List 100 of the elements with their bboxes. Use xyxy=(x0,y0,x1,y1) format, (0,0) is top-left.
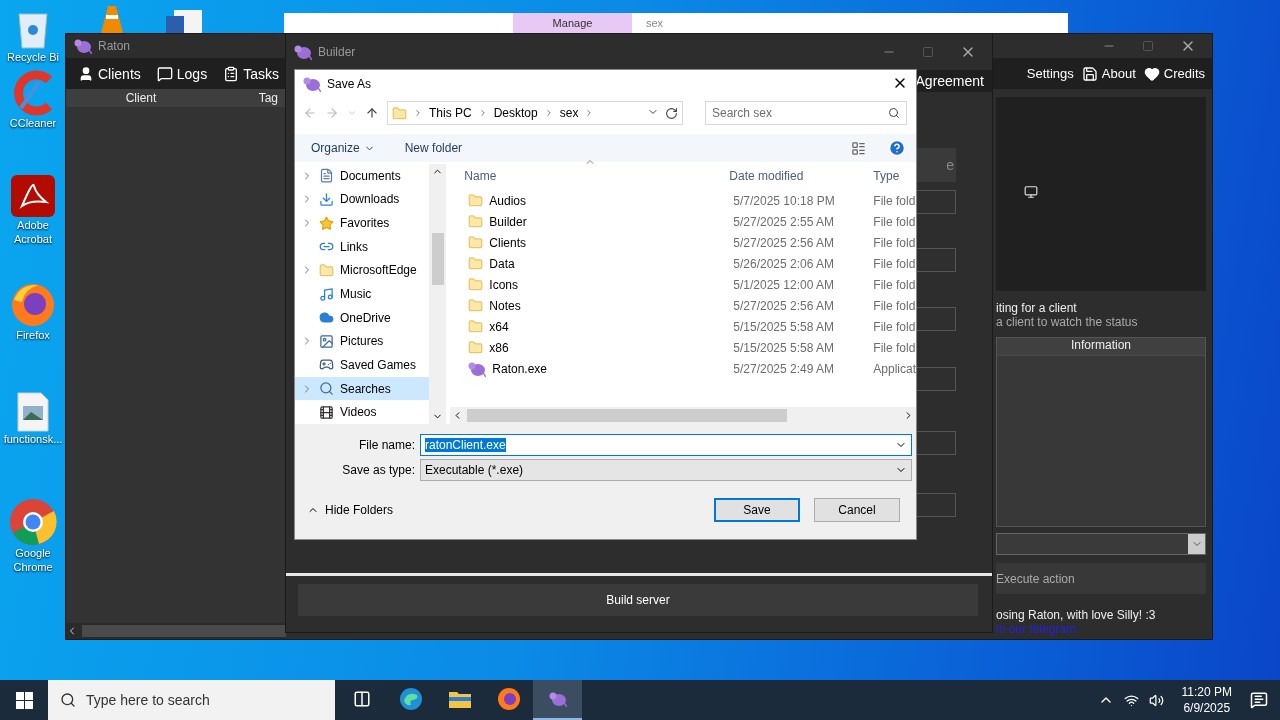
notification-icon xyxy=(1250,691,1268,709)
scrollbar[interactable] xyxy=(429,164,447,424)
tree-item[interactable]: Videos xyxy=(295,400,430,425)
input-field[interactable] xyxy=(916,493,956,517)
volume-icon xyxy=(1148,692,1164,708)
menu-item[interactable]: Settings xyxy=(1023,65,1077,82)
menu-item[interactable]: Logs xyxy=(150,65,214,82)
file-name[interactable]: Notes xyxy=(450,298,706,313)
image-file-icon[interactable] xyxy=(17,392,49,432)
type-dropdown[interactable]: Executable (*.exe) xyxy=(420,458,912,481)
file-name[interactable]: Data xyxy=(450,256,706,271)
file-date: 5/7/2025 10:18 PM xyxy=(732,193,836,208)
file-name[interactable]: Clients xyxy=(450,235,706,250)
search-icon xyxy=(319,381,334,397)
document-icon xyxy=(166,10,204,33)
file-name[interactable]: Audios xyxy=(450,193,706,208)
column-header[interactable]: Name xyxy=(450,169,724,183)
file-name[interactable]: x86 xyxy=(450,340,706,355)
scroll-thumb[interactable] xyxy=(82,625,286,637)
file-type: Applicat xyxy=(872,361,916,376)
action-dropdown[interactable] xyxy=(996,533,1206,555)
file-date: 5/26/2025 2:06 AM xyxy=(732,256,836,271)
app-icon[interactable] xyxy=(9,498,57,546)
tree-item[interactable]: MicrosoftEdge xyxy=(295,258,430,283)
menu-item[interactable]: Credits xyxy=(1140,65,1208,82)
file-name[interactable]: Builder xyxy=(450,214,706,229)
execute-button[interactable]: Execute action xyxy=(996,563,1206,594)
tree-item[interactable]: Documents xyxy=(295,164,430,188)
input-field[interactable] xyxy=(916,367,956,391)
search-icon xyxy=(888,107,900,119)
user-icon xyxy=(78,65,94,82)
tree-item[interactable]: Music xyxy=(295,282,430,306)
input-field[interactable] xyxy=(916,190,956,214)
column-header[interactable]: Type xyxy=(867,169,900,183)
menu-item[interactable]: Tasks xyxy=(217,65,285,82)
file-name[interactable]: Raton.exe xyxy=(450,360,706,377)
field-label: Save as type: xyxy=(341,462,415,477)
picture-icon xyxy=(319,333,334,349)
scroll-thumb[interactable] xyxy=(467,409,788,422)
scroll-thumb[interactable] xyxy=(431,233,444,285)
tree-item[interactable]: Pictures xyxy=(295,329,430,354)
maximize-icon xyxy=(1142,40,1154,52)
browser-icon xyxy=(496,687,521,711)
file-type: File fold xyxy=(872,298,916,313)
address-bar[interactable]: This PC Desktop sex xyxy=(387,101,683,125)
rat-icon xyxy=(74,38,92,54)
footer-text: osing Raton, with love Silly! :3 xyxy=(996,608,1157,622)
tree-item[interactable]: Searches xyxy=(295,376,430,401)
input-field[interactable] xyxy=(916,248,956,272)
column-header: Information xyxy=(997,338,1205,356)
status-hint: a client to watch the status xyxy=(996,315,1139,329)
file-date: 5/27/2025 2:49 AM xyxy=(732,361,836,376)
folder-icon xyxy=(468,319,484,334)
file-name[interactable]: x64 xyxy=(450,319,706,334)
app-icon[interactable] xyxy=(10,282,56,328)
folder-icon xyxy=(319,262,334,278)
input-field[interactable] xyxy=(916,431,956,455)
view-icon xyxy=(851,140,866,156)
forward-icon xyxy=(325,106,339,120)
tree-item[interactable]: Downloads xyxy=(295,187,430,212)
taskbar-search[interactable]: Type here to search xyxy=(48,680,335,720)
film-icon xyxy=(319,404,334,420)
column-header[interactable]: Client xyxy=(66,91,216,105)
menu-item[interactable]: About xyxy=(1078,65,1139,82)
tree-item[interactable]: OneDrive xyxy=(295,305,430,330)
search-field[interactable]: Search sex xyxy=(705,101,907,125)
rat-icon xyxy=(548,691,567,707)
scrollbar[interactable] xyxy=(450,407,916,424)
file-name[interactable]: Icons xyxy=(450,277,706,292)
clock[interactable]: 11:20 PM 6/9/2025 xyxy=(1181,684,1232,716)
tree-item[interactable]: Favorites xyxy=(295,211,430,235)
window-title: Raton xyxy=(98,39,131,53)
column-header[interactable]: Date modified xyxy=(723,169,868,183)
column-header[interactable]: Tag xyxy=(216,91,286,105)
app-icon[interactable] xyxy=(10,174,56,218)
new-folder-button[interactable]: New folder xyxy=(404,141,463,155)
star-icon xyxy=(319,215,334,231)
tree-item[interactable]: Links xyxy=(295,234,430,259)
rat-icon xyxy=(294,44,312,60)
save-button[interactable]: Save xyxy=(714,498,800,522)
file-name-field[interactable]: ratonClient.exe xyxy=(420,433,912,456)
ribbon-tab[interactable]: Manage xyxy=(513,13,632,33)
menu-item[interactable]: Clients xyxy=(72,65,147,82)
input-field[interactable] xyxy=(916,307,956,331)
file-type: File fold xyxy=(872,193,916,208)
cancel-button[interactable]: Cancel xyxy=(814,498,900,522)
floppy-icon xyxy=(1081,65,1098,82)
build-button[interactable]: Build server xyxy=(298,584,978,616)
scrollbar[interactable] xyxy=(66,623,286,639)
heart-icon xyxy=(1143,65,1160,82)
folder-icon xyxy=(468,256,484,271)
file-type: File fold xyxy=(872,319,916,334)
help-icon xyxy=(888,139,906,157)
organize-menu[interactable]: Organize xyxy=(311,141,375,155)
hide-folders-button[interactable]: Hide Folders xyxy=(307,503,394,517)
download-icon xyxy=(319,191,334,207)
chat-icon xyxy=(156,65,173,82)
tree-item[interactable]: Saved Games xyxy=(295,353,430,377)
folder-icon xyxy=(468,193,484,208)
traffic-cone-icon xyxy=(101,6,123,33)
